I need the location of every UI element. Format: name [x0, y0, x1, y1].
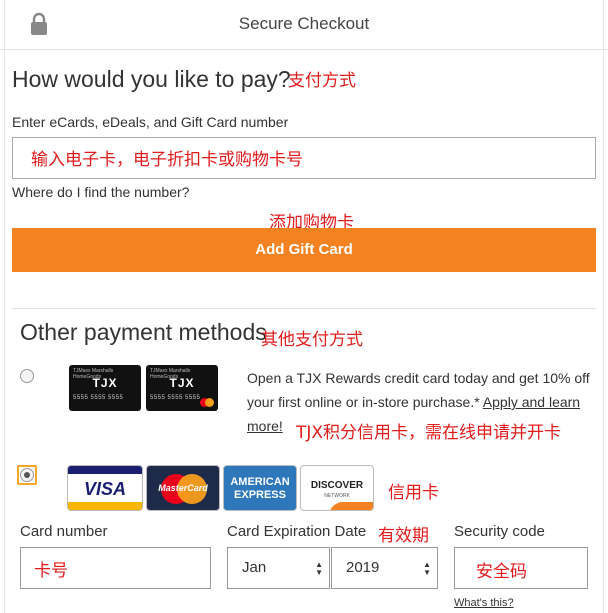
whats-this-link[interactable]: What's this?	[454, 597, 514, 609]
tjx-card-number: 5555 5555 5555	[150, 395, 201, 401]
discover-network-text: NETWORK	[324, 493, 350, 499]
pay-heading: How would you like to pay?	[12, 66, 291, 92]
pay-annotation: 支付方式	[288, 71, 356, 91]
amex-logo: AMERICAN EXPRESS	[223, 465, 297, 511]
expiry-year-select[interactable]: 2019 ▲ ▼	[331, 547, 438, 589]
tjx-card-logo: TJX	[92, 376, 118, 390]
discover-logo: DISCOVER NETWORK	[300, 465, 374, 511]
card-number-annotation: 卡号	[34, 561, 68, 581]
expiry-label: Card Expiration Date	[227, 523, 367, 540]
tjx-card-image: TJMaxx Marshalls HomeGoods TJX 5555 5555…	[69, 365, 141, 411]
ecard-annotation: 输入电子卡，电子折扣卡或购物卡号	[31, 150, 303, 170]
left-border	[4, 0, 5, 613]
credit-card-radio-button[interactable]	[20, 468, 34, 482]
other-methods-heading: Other payment methods	[20, 319, 267, 345]
visa-logo: VISA	[67, 465, 143, 511]
add-gift-card-button[interactable]: Add Gift Card	[12, 228, 596, 272]
page-title: Secure Checkout	[238, 14, 370, 33]
where-number-link[interactable]: Where do I find the number?	[12, 184, 189, 200]
tjx-annotation: TJX积分信用卡，需在线申请并开卡	[296, 423, 562, 443]
visa-text: VISA	[83, 479, 126, 499]
ecard-label: Enter eCards, eDeals, and Gift Card numb…	[12, 114, 289, 130]
updown-arrow-icon: ▲ ▼	[315, 560, 323, 577]
mastercard-text: MasterCard	[158, 483, 208, 493]
year-value: 2019	[346, 559, 380, 576]
mastercard-mini-icon	[200, 398, 214, 407]
tjx-mastercard-image: TJMaxx Marshalls HomeGoods TJX 5555 5555…	[146, 365, 218, 411]
security-code-annotation: 安全码	[476, 562, 527, 582]
expiry-annotation: 有效期	[378, 526, 429, 546]
updown-arrow-icon: ▲ ▼	[423, 560, 431, 577]
mastercard-logo: MasterCard	[146, 465, 220, 511]
month-value: Jan	[242, 559, 267, 576]
card-number-label: Card number	[20, 523, 108, 540]
other-methods-annotation: 其他支付方式	[261, 330, 363, 350]
checkout-header: Secure Checkout	[0, 0, 608, 50]
tjx-card-number: 5555 5555 5555	[73, 395, 124, 401]
amex-text: AMERICAN EXPRESS	[230, 476, 290, 501]
expiry-month-select[interactable]: Jan ▲ ▼	[227, 547, 330, 589]
security-code-label: Security code	[454, 523, 545, 540]
right-border	[603, 0, 604, 613]
tjx-card-logo: TJX	[169, 376, 195, 390]
section-divider	[12, 308, 596, 309]
credit-card-annotation: 信用卡	[388, 483, 439, 503]
discover-text: DISCOVER	[310, 480, 364, 491]
tjx-radio-button[interactable]	[20, 369, 34, 383]
